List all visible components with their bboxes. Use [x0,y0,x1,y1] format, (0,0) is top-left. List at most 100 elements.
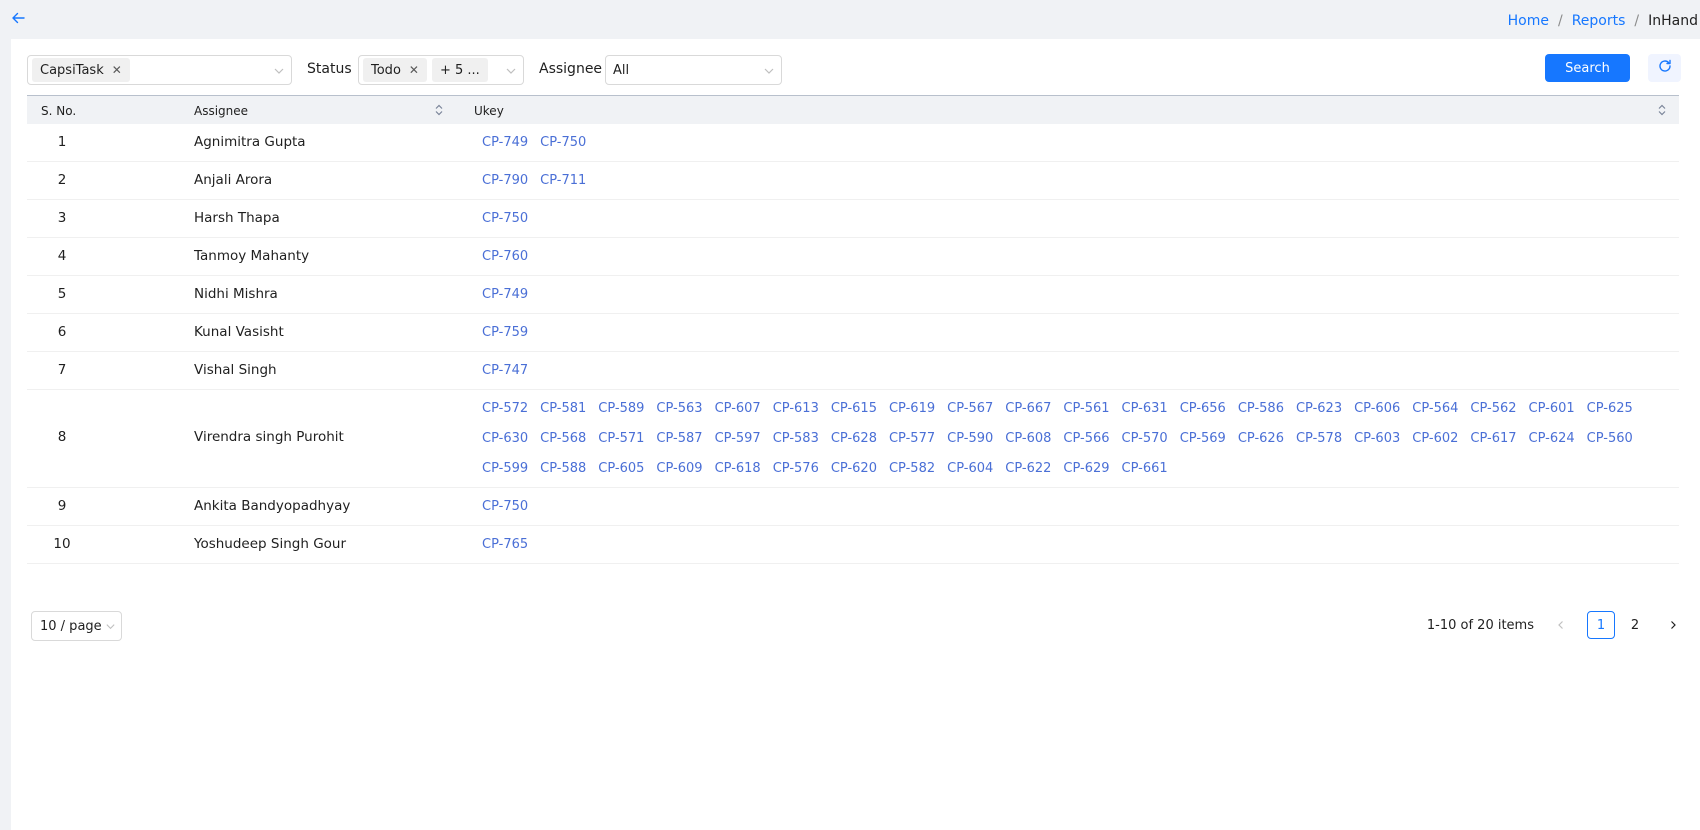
table-row: 8 Virendra singh Purohit CP-572 CP-581 CP-58… [27,390,1679,488]
ukey-link[interactable]: CP-588 [540,459,586,479]
ukey-link[interactable]: CP-619 [889,399,935,419]
ukey-link[interactable]: CP-581 [540,399,586,419]
ukey-link[interactable]: CP-582 [889,459,935,479]
remove-tag-icon[interactable]: ✕ [112,63,122,77]
ukey-link[interactable]: CP-576 [773,459,819,479]
ukey-link[interactable]: CP-589 [598,399,644,419]
chevron-down-icon [105,621,116,632]
ukey-link[interactable]: CP-667 [1005,399,1051,419]
ukey-link[interactable]: CP-567 [947,399,993,419]
ukey-link[interactable]: CP-572 [482,399,528,419]
ukey-link[interactable]: CP-604 [947,459,993,479]
filter-bar: CapsiTask ✕ Status Todo ✕ + 5 ... Assign… [27,55,1700,85]
cell-sno: 5 [57,286,67,302]
ukey-link[interactable]: CP-622 [1005,459,1051,479]
ukey-link[interactable]: CP-626 [1238,429,1284,449]
assignee-select[interactable]: All [605,55,782,85]
search-button[interactable]: Search [1545,54,1630,82]
page-list: 12 [1584,611,1652,639]
sort-icon[interactable] [1656,103,1668,117]
ukey-link[interactable]: CP-625 [1587,399,1633,419]
ukey-link[interactable]: CP-587 [656,429,702,449]
breadcrumb-separator: / [1634,13,1640,29]
ukey-link[interactable]: CP-617 [1470,429,1516,449]
ukey-link[interactable]: CP-765 [482,535,528,555]
sort-icon[interactable] [433,103,445,117]
ukey-link[interactable]: CP-747 [482,361,528,381]
ukey-link[interactable]: CP-560 [1587,429,1633,449]
page-size-select[interactable]: 10 / page [31,611,122,641]
cell-ukeys: CP-749 CP-750 [482,133,1639,153]
ukey-link[interactable]: CP-613 [773,399,819,419]
ukey-link[interactable]: CP-564 [1412,399,1458,419]
ukey-link[interactable]: CP-597 [715,429,761,449]
page-button[interactable]: 1 [1587,611,1615,639]
ukey-link[interactable]: CP-571 [598,429,644,449]
ukey-link[interactable]: CP-609 [656,459,702,479]
cell-sno: 2 [57,172,67,188]
ukey-link[interactable]: CP-631 [1122,399,1168,419]
ukey-link[interactable]: CP-586 [1238,399,1284,419]
chevron-down-icon [505,65,517,77]
cell-ukeys: CP-759 [482,323,1639,343]
ukey-link[interactable]: CP-750 [540,133,586,153]
ukey-link[interactable]: CP-561 [1063,399,1109,419]
ukey-link[interactable]: CP-583 [773,429,819,449]
cell-assignee: Tanmoy Mahanty [194,248,310,264]
cell-ukeys: CP-572 CP-581 CP-589 CP-563 CP-607 CP-613 CP-6… [482,399,1639,479]
breadcrumb-home[interactable]: Home [1508,13,1549,29]
next-page-icon[interactable] [1660,611,1686,639]
ukey-link[interactable]: CP-599 [482,459,528,479]
cell-sno: 4 [57,248,67,264]
ukey-link[interactable]: CP-608 [1005,429,1051,449]
ukey-link[interactable]: CP-615 [831,399,877,419]
ukey-link[interactable]: CP-568 [540,429,586,449]
ukey-link[interactable]: CP-601 [1529,399,1575,419]
breadcrumb-separator: / [1557,13,1563,29]
ukey-link[interactable]: CP-620 [831,459,877,479]
ukey-link[interactable]: CP-711 [540,171,586,191]
back-arrow-icon[interactable] [10,10,28,28]
ukey-link[interactable]: CP-749 [482,285,528,305]
ukey-link[interactable]: CP-661 [1122,459,1168,479]
ukey-link[interactable]: CP-759 [482,323,528,343]
ukey-link[interactable]: CP-628 [831,429,877,449]
ukey-link[interactable]: CP-602 [1412,429,1458,449]
ukey-link[interactable]: CP-630 [482,429,528,449]
ukey-link[interactable]: CP-656 [1180,399,1226,419]
ukey-link[interactable]: CP-750 [482,497,528,517]
remove-tag-icon[interactable]: ✕ [409,63,419,77]
ukey-link[interactable]: CP-629 [1063,459,1109,479]
project-select[interactable]: CapsiTask ✕ [27,55,292,85]
ukey-link[interactable]: CP-590 [947,429,993,449]
ukey-link[interactable]: CP-607 [715,399,761,419]
chevron-down-icon [763,65,775,77]
refresh-icon [1657,58,1673,78]
ukey-link[interactable]: CP-603 [1354,429,1400,449]
ukey-link[interactable]: CP-623 [1296,399,1342,419]
ukey-link[interactable]: CP-569 [1180,429,1226,449]
ukey-link[interactable]: CP-566 [1063,429,1109,449]
table-body: 1 Agnimitra Gupta CP-749 CP-750 2 Anjali Aror… [27,124,1679,564]
status-select[interactable]: Todo ✕ + 5 ... [358,55,524,85]
refresh-button[interactable] [1648,54,1681,82]
breadcrumb-reports[interactable]: Reports [1572,13,1626,29]
ukey-link[interactable]: CP-606 [1354,399,1400,419]
ukey-link[interactable]: CP-578 [1296,429,1342,449]
ukey-link[interactable]: CP-624 [1529,429,1575,449]
ukey-link[interactable]: CP-563 [656,399,702,419]
ukey-link[interactable]: CP-760 [482,247,528,267]
ukey-link[interactable]: CP-618 [715,459,761,479]
ukey-link[interactable]: CP-577 [889,429,935,449]
ukey-link[interactable]: CP-790 [482,171,528,191]
assignee-ukey-table: S. No. Assignee Ukey 1 Agnimitra Gupta CP-… [27,95,1679,564]
ukey-link[interactable]: CP-605 [598,459,644,479]
ukey-link[interactable]: CP-749 [482,133,528,153]
ukey-link[interactable]: CP-562 [1470,399,1516,419]
breadcrumb-current: InHand [1648,13,1698,29]
page-button[interactable]: 2 [1621,611,1649,639]
ukey-link[interactable]: CP-570 [1122,429,1168,449]
ukey-link[interactable]: CP-750 [482,209,528,229]
prev-page-icon[interactable] [1548,611,1574,639]
page-size-value: 10 / page [40,618,102,634]
